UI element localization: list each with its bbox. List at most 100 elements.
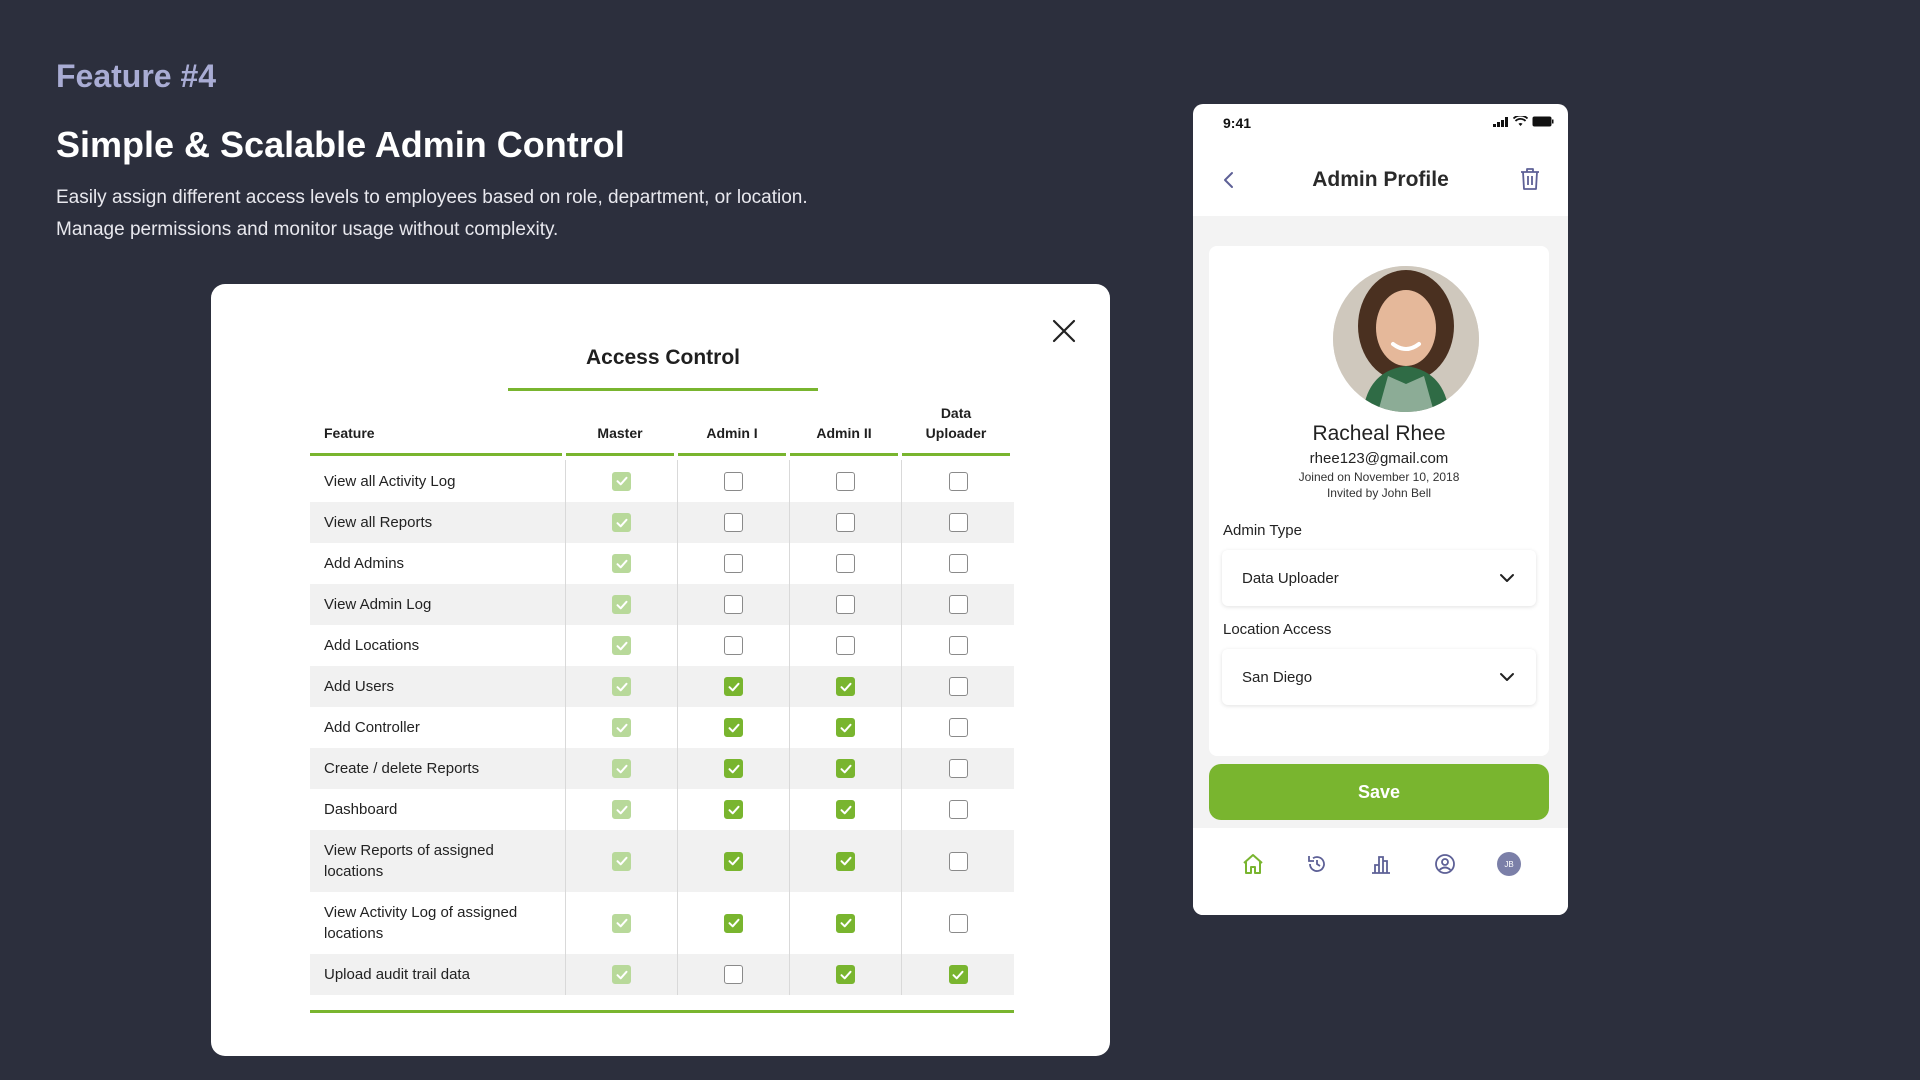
chart-icon[interactable]	[1367, 850, 1395, 878]
permission-checkbox-admin2[interactable]	[836, 718, 855, 737]
permission-cell	[566, 502, 678, 543]
permission-checkbox-master[interactable]	[612, 851, 631, 871]
permission-cell	[902, 789, 1014, 830]
profile-joined-date: Joined on November 10, 2018	[1298, 470, 1460, 484]
permission-checkbox-admin2[interactable]	[836, 471, 855, 491]
close-icon[interactable]	[1047, 314, 1081, 348]
feature-name: View Reports of assigned locations	[310, 830, 566, 892]
table-row: Add Users	[310, 666, 1014, 707]
permission-cell	[678, 502, 790, 543]
table-row: Add Controller	[310, 707, 1014, 748]
permission-checkbox-admin2[interactable]	[836, 513, 855, 532]
permission-cell	[902, 707, 1014, 748]
permission-cell	[790, 789, 902, 830]
permission-checkbox-master[interactable]	[612, 471, 631, 491]
page-title: Admin Profile	[1312, 168, 1449, 191]
table-row: View all Activity Log	[310, 460, 1014, 502]
permission-checkbox-uploader[interactable]	[948, 800, 968, 819]
permission-checkbox-uploader[interactable]	[948, 965, 968, 984]
permission-cell	[678, 830, 790, 892]
header-feature: Feature	[310, 404, 562, 456]
nav-bar: Admin Profile	[1193, 144, 1568, 216]
feature-name: Add Admins	[310, 543, 566, 584]
feature-name: View Activity Log of assigned locations	[310, 892, 566, 954]
permission-cell	[790, 584, 902, 625]
history-icon[interactable]	[1303, 850, 1331, 878]
location-access-select[interactable]: San Diego	[1222, 649, 1536, 705]
table-row: View Activity Log of assigned locations	[310, 892, 1014, 954]
permission-cell	[902, 584, 1014, 625]
permission-checkbox-admin1[interactable]	[724, 851, 743, 871]
table-row: Add Locations	[310, 625, 1014, 666]
table-body: View all Activity Log View all Reports Add…	[310, 460, 1014, 995]
permission-checkbox-uploader[interactable]	[948, 595, 968, 614]
permission-cell	[790, 830, 902, 892]
permission-checkbox-admin2[interactable]	[836, 759, 855, 778]
permission-checkbox-master[interactable]	[612, 595, 631, 614]
permission-checkbox-admin2[interactable]	[836, 965, 855, 984]
permission-checkbox-admin1[interactable]	[724, 759, 743, 778]
permission-checkbox-admin2[interactable]	[836, 636, 855, 655]
permission-checkbox-master[interactable]	[612, 965, 631, 984]
feature-name: Add Locations	[310, 625, 566, 666]
permission-cell	[790, 625, 902, 666]
permission-checkbox-admin2[interactable]	[836, 800, 855, 819]
permission-checkbox-admin1[interactable]	[724, 800, 743, 819]
table-row: View all Reports	[310, 502, 1014, 543]
permission-checkbox-uploader[interactable]	[948, 513, 968, 532]
permission-checkbox-admin1[interactable]	[724, 636, 743, 655]
feature-name: View all Reports	[310, 502, 566, 543]
permission-checkbox-admin1[interactable]	[724, 595, 743, 614]
permission-checkbox-uploader[interactable]	[948, 913, 968, 933]
feature-name: Dashboard	[310, 789, 566, 830]
tab-bar: JB	[1193, 828, 1568, 915]
admin-type-label: Admin Type	[1223, 522, 1302, 539]
trash-icon[interactable]	[1518, 166, 1542, 192]
avatar[interactable]: JB	[1495, 850, 1523, 878]
permission-checkbox-admin2[interactable]	[836, 595, 855, 614]
permission-checkbox-master[interactable]	[612, 636, 631, 655]
permission-checkbox-admin1[interactable]	[724, 471, 743, 491]
permission-checkbox-admin2[interactable]	[836, 851, 855, 871]
permission-checkbox-uploader[interactable]	[948, 636, 968, 655]
permission-checkbox-uploader[interactable]	[948, 677, 968, 696]
profile-card: Racheal Rhee rhee123@gmail.com Joined on…	[1209, 246, 1549, 756]
save-button[interactable]: Save	[1209, 764, 1549, 820]
permission-checkbox-admin2[interactable]	[836, 554, 855, 573]
permission-cell	[902, 460, 1014, 502]
permission-checkbox-admin1[interactable]	[724, 677, 743, 696]
permission-checkbox-master[interactable]	[612, 800, 631, 819]
permission-checkbox-admin1[interactable]	[724, 965, 743, 984]
permission-cell	[902, 954, 1014, 995]
permission-checkbox-master[interactable]	[612, 677, 631, 696]
profile-icon[interactable]	[1431, 850, 1459, 878]
permission-checkbox-master[interactable]	[612, 913, 631, 933]
permission-checkbox-uploader[interactable]	[948, 759, 968, 778]
permission-checkbox-master[interactable]	[612, 718, 631, 737]
permission-checkbox-admin1[interactable]	[724, 513, 743, 532]
permission-checkbox-admin2[interactable]	[836, 677, 855, 696]
permission-checkbox-admin1[interactable]	[724, 554, 743, 573]
status-time: 9:41	[1223, 115, 1252, 131]
permission-checkbox-uploader[interactable]	[948, 471, 968, 491]
permission-checkbox-uploader[interactable]	[948, 554, 968, 573]
permission-checkbox-admin1[interactable]	[724, 913, 743, 933]
permission-cell	[566, 543, 678, 584]
permission-checkbox-master[interactable]	[612, 554, 631, 573]
permission-cell	[678, 892, 790, 954]
permission-cell	[902, 625, 1014, 666]
admin-type-select[interactable]: Data Uploader	[1222, 550, 1536, 606]
feature-name: Create / delete Reports	[310, 748, 566, 789]
permission-checkbox-uploader[interactable]	[948, 718, 968, 737]
permission-checkbox-admin1[interactable]	[724, 718, 743, 737]
permission-checkbox-uploader[interactable]	[948, 851, 968, 871]
permission-checkbox-master[interactable]	[612, 513, 631, 532]
profile-avatar	[1333, 266, 1479, 412]
home-icon[interactable]	[1239, 850, 1267, 878]
permission-checkbox-admin2[interactable]	[836, 913, 855, 933]
permission-cell	[790, 502, 902, 543]
permission-checkbox-master[interactable]	[612, 759, 631, 778]
feature-name: View Admin Log	[310, 584, 566, 625]
access-table: Feature Master Admin I Admin II Data Upl…	[310, 404, 1014, 995]
profile-name: Racheal Rhee	[1312, 422, 1446, 445]
